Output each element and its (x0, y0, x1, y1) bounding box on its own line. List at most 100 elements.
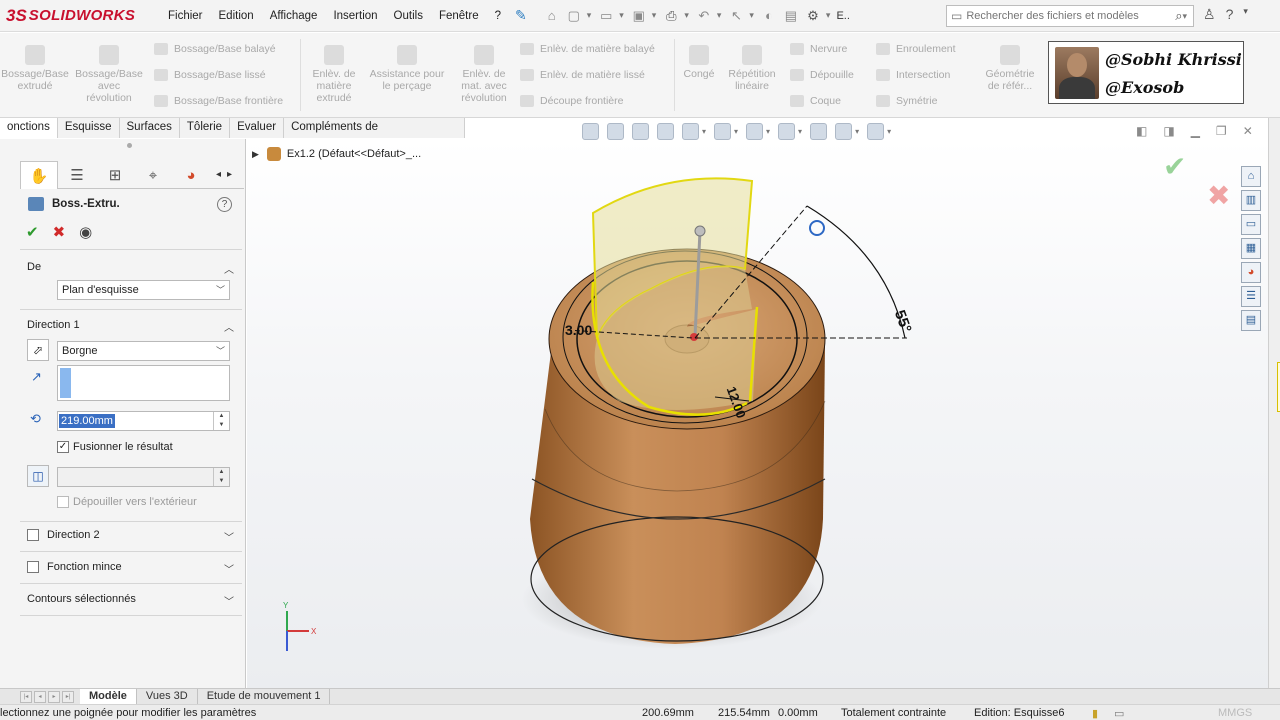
graphics-area[interactable]: 55° 3.00 12.00 X Y ▶ Ex1.2 (Défaut<<Défa… (247, 139, 1268, 688)
chevron-down-icon[interactable]: ﹀ (224, 561, 234, 576)
confirm-ok-icon[interactable]: ✔ (1163, 150, 1186, 183)
tab-sheet-metal[interactable]: Tôlerie (179, 118, 231, 138)
reference-geometry-button[interactable]: Géométrie de référ... (980, 45, 1040, 92)
ok-check-icon[interactable]: ✔ (26, 223, 39, 241)
search-icon[interactable]: ⌕ (1175, 8, 1182, 24)
rebuild-status-icon[interactable]: ▮ (1092, 707, 1098, 720)
merge-result-checkbox[interactable]: ✓ Fusionner le résultat (57, 441, 173, 453)
menu-insert[interactable]: Insertion (325, 10, 385, 22)
save-icon[interactable]: ▣ (630, 7, 648, 25)
chevron-down-icon[interactable]: ▾ (702, 127, 706, 136)
help-icon[interactable]: ? (217, 197, 232, 212)
chevron-down-icon[interactable]: ▾ (798, 127, 802, 136)
cancel-x-icon[interactable]: ✖ (53, 223, 66, 241)
direction2-checkbox[interactable] (27, 529, 39, 541)
search-input[interactable] (966, 10, 1176, 22)
dynamic-annotation-icon[interactable] (682, 123, 699, 140)
edit-appearance-icon[interactable] (810, 123, 828, 140)
chevron-down-icon[interactable]: ▾ (887, 127, 891, 136)
tab-evaluate[interactable]: Evaluer (230, 118, 285, 138)
menu-window[interactable]: Fenêtre (431, 10, 487, 22)
menu-file[interactable]: Fichier (160, 10, 211, 22)
chevron-down-icon[interactable]: ▾ (734, 127, 738, 136)
tab-surfaces[interactable]: Surfaces (119, 118, 180, 138)
feature-tree-tab-icon[interactable]: ✋ (20, 161, 58, 189)
chevron-down-icon[interactable]: ▾ (587, 10, 592, 21)
zoom-area-icon[interactable] (607, 123, 624, 140)
dim-angle-text[interactable]: 55° (891, 308, 915, 335)
chevron-up-icon[interactable]: ︿ (224, 261, 234, 276)
depth-spinner[interactable]: 219.00mm ▲ ▼ (57, 411, 230, 431)
chevron-down-icon[interactable]: ﹀ (224, 529, 234, 544)
apply-scene-icon[interactable] (835, 123, 853, 140)
dimxpert-tab-icon[interactable]: ⌖ (134, 161, 172, 189)
view-orientation-icon[interactable] (714, 123, 732, 140)
draft-outward-checkbox[interactable]: Dépouiller vers l'extérieur (57, 496, 197, 508)
expand-arrow-icon[interactable]: ▶ (252, 149, 259, 160)
revolve-cut-button[interactable]: Enlèv. de mat. avec révolution (454, 45, 514, 104)
swept-cut-button[interactable]: Enlèv. de matière balayé (520, 43, 655, 55)
feature-tree-flyout[interactable]: ▶ Ex1.2 (Défaut<<Défaut>_... (252, 147, 421, 161)
menu-help[interactable]: ? (487, 10, 509, 22)
display-manager-tab-icon[interactable]: ◕ (172, 161, 210, 189)
chevron-down-icon[interactable]: ▾ (1243, 6, 1248, 23)
open-icon[interactable]: ▭ (597, 7, 615, 25)
options-gear-icon[interactable]: ⚙ (804, 7, 822, 25)
menu-edit[interactable]: Edition (211, 10, 262, 22)
end-condition-select[interactable]: Borgne ﹀ (57, 341, 230, 361)
undo-icon[interactable]: ↶ (695, 7, 713, 25)
tab-model[interactable]: Modèle (80, 688, 137, 705)
print-icon[interactable]: ⎙ (662, 7, 680, 25)
chevron-down-icon[interactable]: ﹀ (224, 593, 234, 608)
previous-window-icon[interactable]: ◧ (1136, 124, 1147, 138)
first-tab-icon[interactable]: |◂ (20, 690, 32, 703)
lofted-boss-button[interactable]: Bossage/Base lissé (154, 69, 266, 81)
chevron-down-icon[interactable]: ▾ (855, 127, 859, 136)
next-window-icon[interactable]: ◨ (1163, 124, 1174, 138)
chevron-down-icon[interactable]: ▾ (619, 10, 624, 21)
home-icon[interactable]: ⌂ (543, 7, 561, 25)
help-icon[interactable]: ? (1226, 6, 1234, 23)
tab-3d-views[interactable]: Vues 3D (137, 688, 198, 705)
confirm-cancel-icon[interactable]: ✖ (1207, 179, 1230, 212)
draft-outward-box[interactable] (57, 496, 69, 508)
hole-wizard-button[interactable]: Assistance pour le perçage (364, 45, 450, 92)
select-icon[interactable]: ↖ (727, 7, 745, 25)
section-view-icon[interactable] (657, 123, 674, 140)
configuration-manager-tab-icon[interactable]: ⊞ (96, 161, 134, 189)
rebuild-icon[interactable]: ◐ (760, 7, 778, 25)
preview-eye-icon[interactable]: ◉ (79, 223, 92, 241)
lofted-cut-button[interactable]: Enlèv. de matière lissé (520, 69, 645, 81)
new-document-icon[interactable]: ▢ (565, 7, 583, 25)
home-icon[interactable]: ⌂ (1241, 166, 1261, 187)
thin-feature-checkbox[interactable] (27, 561, 39, 573)
extrude-cut-button[interactable]: Enlèv. de matière extrudé (306, 45, 362, 104)
appearances-icon[interactable]: ◕ (1241, 262, 1261, 283)
from-section-header[interactable]: De (27, 261, 41, 273)
tab-features[interactable]: onctions (0, 118, 58, 138)
reverse-direction-icon[interactable]: ⬀ (27, 339, 49, 361)
spinner-arrows[interactable]: ▲ ▼ (213, 412, 229, 430)
close-icon[interactable]: ✕ (1243, 124, 1253, 138)
tab-scroll-arrows[interactable]: ◂ ▸ (216, 161, 232, 188)
chevron-down-icon[interactable]: ▾ (717, 10, 722, 21)
selected-contours-header[interactable]: Contours sélectionnés (27, 593, 136, 605)
pin-icon[interactable]: ✎ (515, 7, 527, 24)
boundary-cut-button[interactable]: Découpe frontière (520, 95, 623, 107)
thin-feature-section[interactable]: Fonction mince (27, 561, 122, 573)
chevron-up-icon[interactable]: ︿ (224, 319, 234, 334)
fillet-button[interactable]: Congé (678, 45, 720, 80)
chevron-down-icon[interactable]: ▾ (652, 10, 657, 21)
intersect-button[interactable]: Intersection (876, 69, 950, 81)
last-tab-icon[interactable]: ▸| (62, 690, 74, 703)
chevron-down-icon[interactable]: ▾ (766, 127, 770, 136)
direction-vector-input[interactable] (57, 365, 230, 401)
view-palette-icon[interactable]: ▦ (1241, 238, 1261, 259)
direction1-section-header[interactable]: Direction 1 (27, 319, 80, 331)
prev-tab-icon[interactable]: ◂ (34, 690, 46, 703)
restore-icon[interactable]: ❐ (1216, 124, 1227, 138)
tab-motion-study[interactable]: Etude de mouvement 1 (198, 688, 331, 705)
file-properties-icon[interactable]: ▤ (782, 7, 800, 25)
merge-checkbox-box[interactable]: ✓ (57, 441, 69, 453)
chevron-down-icon[interactable]: ▾ (826, 10, 831, 21)
